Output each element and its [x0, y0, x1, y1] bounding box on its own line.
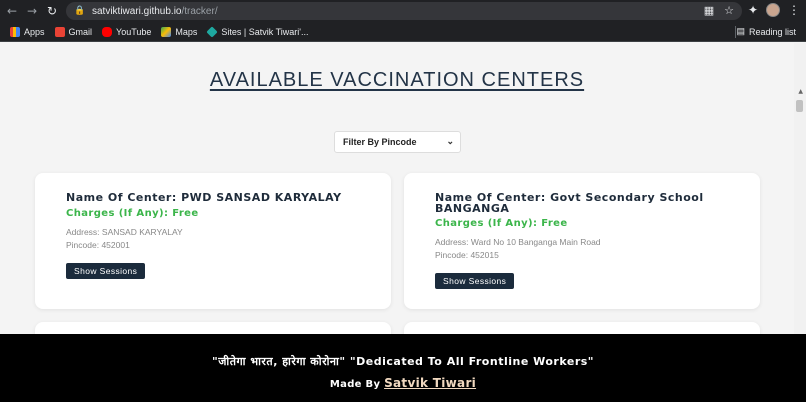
reading-list-label: Reading list	[748, 26, 796, 37]
center-address: Address: Ward No 10 Banganga Main Road	[435, 237, 601, 247]
lock-icon[interactable]: 🔒	[74, 6, 86, 16]
center-card-partial	[404, 322, 760, 334]
page-scrollbar[interactable]: ▲	[794, 43, 806, 334]
reading-list-icon: ▤	[736, 26, 745, 36]
extensions-icon[interactable]: ✦	[748, 3, 758, 17]
url-host: satviktiwari.github.io	[92, 5, 182, 17]
made-by-label: Made By	[329, 379, 381, 390]
menu-kebab-icon[interactable]: ⋮	[788, 3, 800, 17]
url-path: /tracker/	[181, 5, 218, 17]
bookmark-sites[interactable]: Sites | Satvik Tiwari'...	[206, 25, 309, 38]
youtube-icon	[102, 26, 113, 37]
page-title: AVAILABLE VACCINATION CENTERS	[209, 69, 585, 91]
filter-selected-value: Filter By Pincode	[343, 137, 417, 147]
page-content: AVAILABLE VACCINATION CENTERS Filter By …	[0, 43, 794, 334]
bookmark-star-icon[interactable]: ☆	[724, 4, 734, 17]
center-charges: Charges (If Any): Free	[66, 208, 199, 219]
bookmark-label: Gmail	[68, 26, 93, 37]
bookmark-apps[interactable]: Apps	[10, 26, 45, 37]
bookmarks-bar: Apps Gmail YouTube Maps Sites | Satvik T…	[0, 22, 806, 42]
url-text: satviktiwari.github.io/tracker/	[92, 6, 218, 17]
reload-icon[interactable]: ↻	[44, 3, 60, 19]
footer-slogan: "जीतेगा भारत, हारेगा कोरोना" "Dedicated …	[211, 355, 595, 368]
back-icon[interactable]: ←	[4, 3, 20, 19]
pincode-filter-select[interactable]: Filter By Pincode ⌄	[334, 131, 461, 153]
footer-credit: Made By Satvik Tiwari	[0, 376, 806, 390]
bookmark-gmail[interactable]: Gmail	[54, 26, 93, 37]
scroll-up-arrow-icon[interactable]: ▲	[798, 88, 803, 95]
apps-grid-icon	[10, 26, 20, 37]
address-bar[interactable]: 🔒 satviktiwari.github.io/tracker/ ▦ ☆	[66, 2, 742, 20]
center-pincode: Pincode: 452015	[435, 250, 499, 260]
forward-icon[interactable]: →	[24, 3, 40, 19]
chevron-down-icon: ⌄	[446, 136, 454, 146]
site-footer: "जीतेगा भारत, हारेगा कोरोना" "Dedicated …	[0, 334, 806, 402]
bookmark-label: Sites | Satvik Tiwari'...	[221, 26, 309, 37]
center-name: Name Of Center: PWD SANSAD KARYALAY	[66, 191, 342, 204]
center-pincode: Pincode: 452001	[66, 240, 130, 250]
reading-list-button[interactable]: ▤ Reading list	[736, 26, 796, 37]
bookmark-label: Apps	[24, 26, 45, 37]
show-sessions-button[interactable]: Show Sessions	[435, 273, 515, 289]
browser-toolbar: ← → ↻ 🔒 satviktiwari.github.io/tracker/ …	[0, 0, 806, 22]
profile-avatar[interactable]	[766, 3, 780, 17]
sites-diamond-icon	[206, 25, 219, 38]
center-card-partial	[35, 322, 391, 334]
show-sessions-button[interactable]: Show Sessions	[66, 263, 146, 279]
author-link[interactable]: Satvik Tiwari	[384, 376, 476, 390]
maps-icon	[161, 26, 172, 37]
center-charges: Charges (If Any): Free	[435, 218, 568, 229]
center-card: Name Of Center: Govt Secondary School BA…	[404, 173, 760, 309]
qr-code-icon[interactable]: ▦	[704, 4, 714, 17]
gmail-icon	[54, 26, 65, 37]
bookmark-maps[interactable]: Maps	[161, 26, 198, 37]
center-card: Name Of Center: PWD SANSAD KARYALAY Char…	[35, 173, 391, 309]
center-address: Address: SANSAD KARYALAY	[66, 227, 183, 237]
scrollbar-thumb[interactable]	[796, 100, 803, 112]
center-name: Name Of Center: Govt Secondary School BA…	[435, 191, 704, 215]
bookmark-youtube[interactable]: YouTube	[102, 26, 152, 37]
bookmark-label: Maps	[175, 26, 198, 37]
bookmark-label: YouTube	[116, 26, 152, 37]
